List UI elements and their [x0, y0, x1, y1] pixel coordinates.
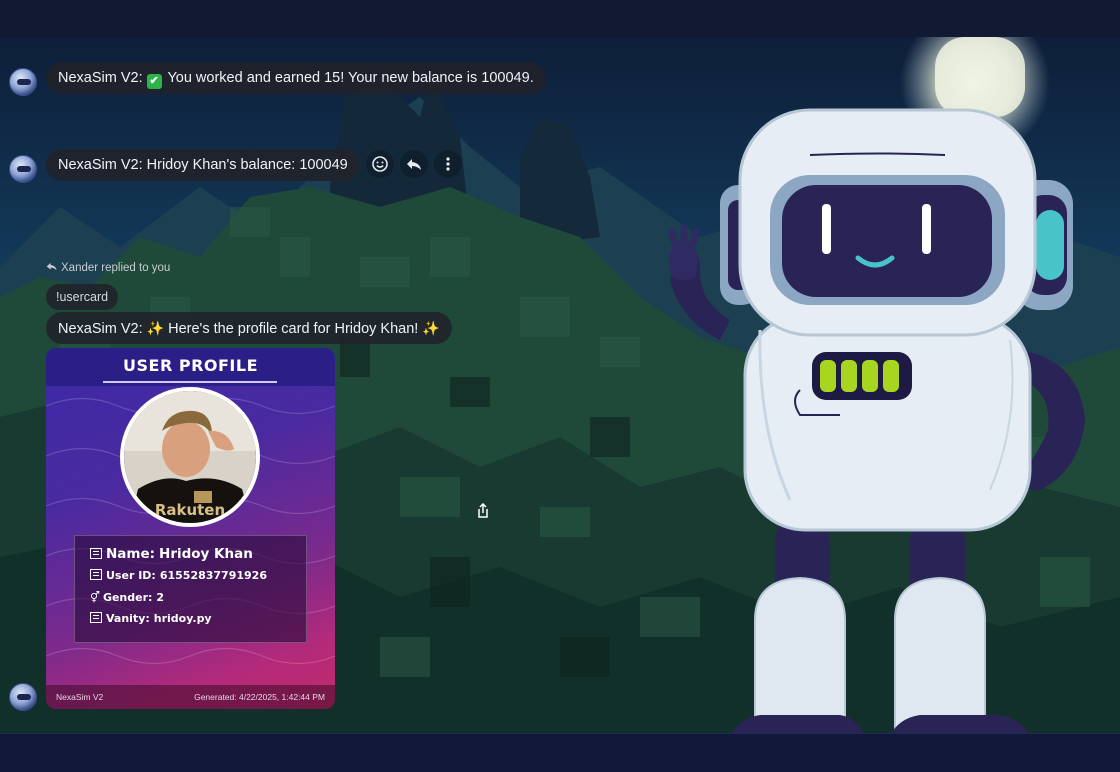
robot-illustration: [668, 108, 1085, 772]
link-icon: [90, 612, 102, 623]
bottom-bar: [0, 733, 1120, 772]
card-title: USER PROFILE: [123, 356, 258, 375]
field-name: Name: Hridoy Khan: [90, 546, 253, 562]
message-text: You worked and earned 15! Your new balan…: [167, 70, 534, 86]
field-value: 61552837791926: [159, 569, 267, 582]
message-bubble[interactable]: NexaSim V2: ✨ Here's the profile card fo…: [46, 312, 452, 344]
top-bar: [0, 0, 1120, 37]
field-label: Name:: [106, 546, 156, 562]
check-mark-icon: ✔: [146, 74, 162, 89]
message-bubble[interactable]: NexaSim V2: Hridoy Khan's balance: 10004…: [46, 149, 360, 181]
id-card-icon: [90, 569, 102, 580]
reply-icon: [46, 263, 57, 271]
profile-info-box: Name: Hridoy Khan User ID: 61552837791926 …: [74, 535, 307, 643]
quoted-text: !usercard: [56, 290, 109, 304]
message-text: Here's the profile card for Hridoy Khan!: [168, 321, 419, 337]
field-vanity: Vanity: hridoy.py: [90, 612, 212, 625]
footer-brand: NexaSim V2: [56, 692, 104, 702]
id-card-icon: [90, 548, 102, 559]
message-sender: NexaSim V2:: [58, 70, 143, 86]
reply-indicator-text: Xander replied to you: [61, 262, 171, 274]
gender-icon: ⚥: [90, 591, 100, 604]
message-sender: NexaSim V2:: [58, 157, 143, 173]
message-sender: NexaSim V2:: [58, 321, 143, 337]
bot-avatar[interactable]: [9, 155, 37, 183]
field-user-id: User ID: 61552837791926: [90, 569, 267, 582]
footer-timestamp: Generated: 4/22/2025, 1:42:44 PM: [194, 692, 325, 702]
field-gender: ⚥ Gender: 2: [90, 591, 164, 604]
field-value: Hridoy Khan: [159, 546, 253, 562]
bot-avatar[interactable]: [9, 68, 37, 96]
title-divider: [103, 381, 277, 383]
chat-window: NexaSim V2: ✔ You worked and earned 15! …: [0, 0, 1120, 772]
card-footer: NexaSim V2 Generated: 4/22/2025, 1:42:44…: [46, 685, 335, 709]
reply-indicator[interactable]: Xander replied to you: [46, 262, 170, 274]
field-value: hridoy.py: [153, 612, 212, 625]
sparkles-icon: ✨: [422, 320, 440, 336]
message-actions: [366, 150, 462, 178]
sparkles-icon: ✨: [146, 320, 165, 336]
smiley-icon[interactable]: [366, 150, 394, 178]
message-bubble[interactable]: NexaSim V2: ✔ You worked and earned 15! …: [46, 62, 546, 94]
more-vertical-icon[interactable]: [434, 150, 462, 178]
message-text: Hridoy Khan's balance: 100049: [146, 157, 348, 173]
quoted-message[interactable]: !usercard: [46, 284, 119, 310]
field-label: Vanity:: [106, 612, 150, 625]
field-label: Gender:: [102, 591, 153, 604]
share-icon[interactable]: [472, 500, 494, 522]
shirt-sponsor-text: Rakuten: [155, 501, 225, 519]
profile-photo: Rakuten: [120, 387, 260, 527]
field-label: User ID:: [106, 569, 156, 582]
bot-avatar[interactable]: [9, 683, 37, 711]
field-value: 2: [156, 591, 165, 604]
profile-card-image[interactable]: USER PROFILE Rakuten Name: Hridoy Khan U…: [46, 348, 335, 709]
reply-icon[interactable]: [400, 150, 428, 178]
